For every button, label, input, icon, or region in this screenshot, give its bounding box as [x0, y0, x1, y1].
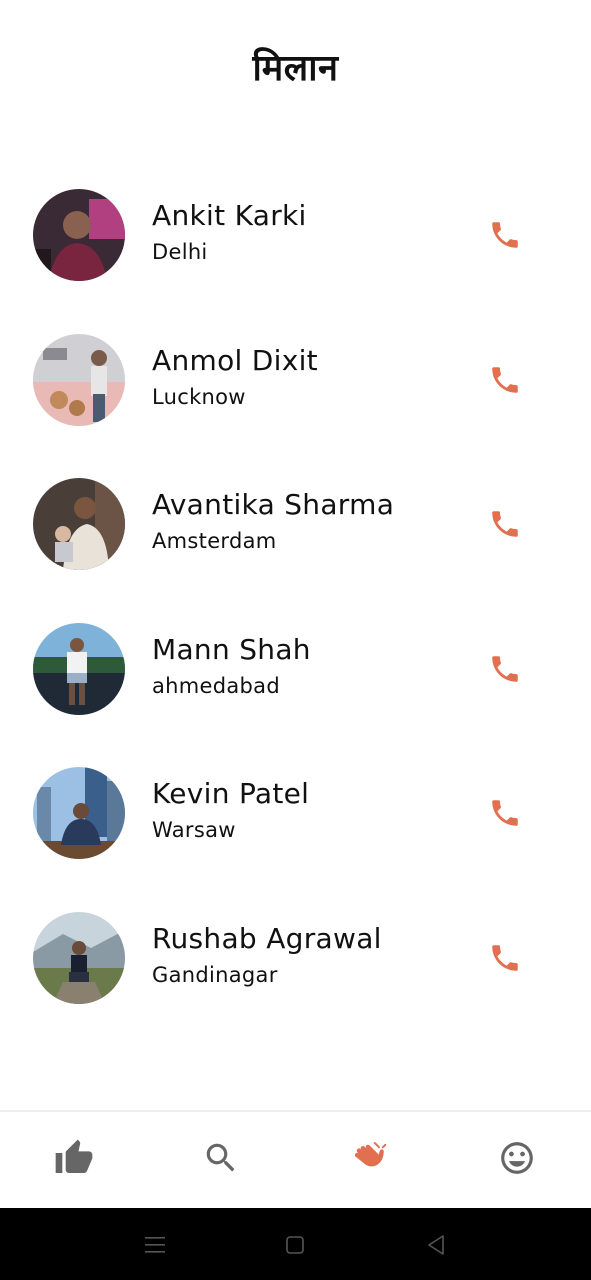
- match-row[interactable]: Anmol Dixit Lucknow: [0, 331, 591, 476]
- recent-apps-button[interactable]: [140, 1230, 170, 1260]
- phone-icon: [492, 656, 518, 682]
- avatar[interactable]: [33, 478, 125, 571]
- contact-city: Gandinagar: [152, 962, 278, 987]
- contact-name: Mann Shah: [152, 632, 311, 666]
- system-nav-bar: [0, 1208, 591, 1280]
- contact-city: Warsaw: [152, 818, 236, 843]
- phone-icon: [492, 945, 518, 971]
- phone-icon: [492, 800, 518, 827]
- match-row[interactable]: Kevin Patel Warsaw: [0, 764, 591, 909]
- contact-name: Kevin Patel: [152, 777, 310, 811]
- call-button[interactable]: [482, 935, 528, 981]
- home-square-icon: [286, 1236, 304, 1254]
- contact-name: Avantika Sharma: [152, 488, 395, 522]
- match-row[interactable]: Rushab Agrawal Gandinagar: [0, 909, 591, 1054]
- contact-city: Delhi: [152, 240, 208, 264]
- home-button[interactable]: [280, 1230, 310, 1260]
- contact-name: Rushab Agrawal: [152, 921, 382, 955]
- clap-hands-icon: [354, 1142, 387, 1167]
- avatar[interactable]: [33, 189, 125, 281]
- phone-icon: [492, 222, 518, 248]
- call-button[interactable]: [482, 646, 528, 692]
- bottom-nav: [0, 1110, 591, 1210]
- match-list: Ankit Karki Delhi Anmol Dixit Lucknow Av…: [0, 186, 591, 1054]
- back-button[interactable]: [421, 1230, 451, 1260]
- page-title: मिलान: [252, 48, 339, 89]
- match-row[interactable]: Avantika Sharma Amsterdam: [0, 475, 591, 620]
- thumbs-up-icon: [55, 1139, 93, 1173]
- call-button[interactable]: [482, 357, 528, 403]
- contact-city: Lucknow: [152, 384, 246, 409]
- phone-icon: [492, 511, 518, 537]
- back-triangle-icon: [428, 1235, 444, 1255]
- menu-icon: [145, 1237, 165, 1253]
- contact-name: Ankit Karki: [152, 199, 307, 232]
- smiley-icon: [501, 1142, 533, 1174]
- nav-profile[interactable]: [493, 1134, 541, 1182]
- call-button[interactable]: [482, 790, 528, 836]
- nav-search[interactable]: [197, 1134, 245, 1182]
- contact-city: Amsterdam: [152, 529, 277, 554]
- avatar[interactable]: [33, 767, 125, 860]
- nav-matches[interactable]: [345, 1134, 393, 1182]
- call-button[interactable]: [482, 501, 528, 547]
- header: मिलान: [0, 0, 591, 130]
- contact-name: Anmol Dixit: [152, 343, 318, 377]
- nav-likes[interactable]: [50, 1134, 98, 1182]
- match-row[interactable]: Mann Shah ahmedabad: [0, 620, 591, 765]
- contact-city: ahmedabad: [152, 673, 280, 698]
- avatar[interactable]: [33, 622, 125, 715]
- avatar[interactable]: [33, 911, 125, 1004]
- phone-icon: [492, 366, 518, 393]
- avatar[interactable]: [33, 333, 125, 426]
- search-icon: [206, 1143, 235, 1172]
- call-button[interactable]: [482, 212, 528, 258]
- match-row[interactable]: Ankit Karki Delhi: [0, 186, 591, 331]
